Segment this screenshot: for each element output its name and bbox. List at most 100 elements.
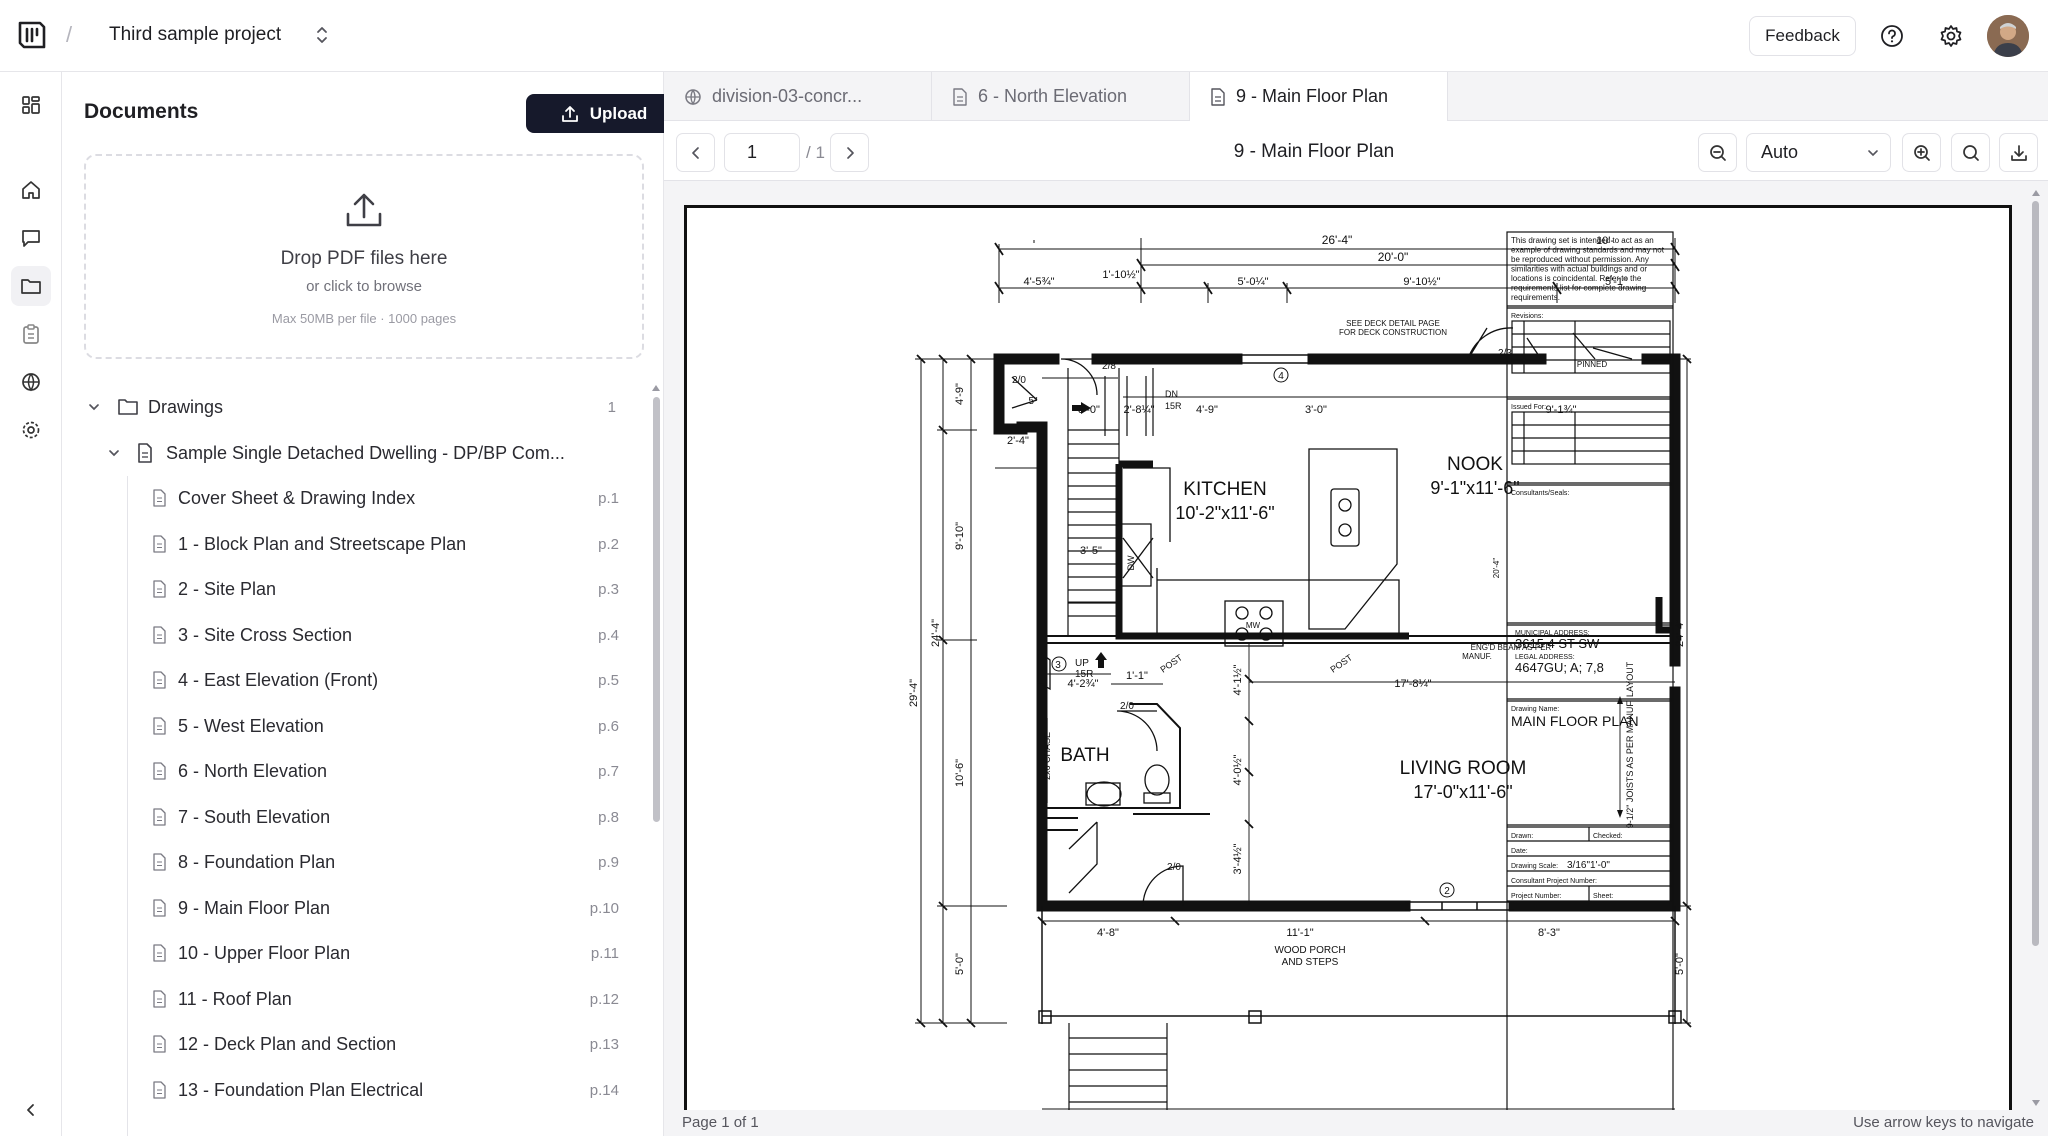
page-item-number: p.14 bbox=[589, 1081, 619, 1099]
drawing-label: 4'-9" bbox=[1196, 404, 1218, 416]
title-block-text: Consultants/Seals: bbox=[1511, 490, 1569, 497]
drawing-label: 9-1/2" JOISTS AS PER MANUF. LAYOUT bbox=[1625, 661, 1635, 828]
clipboard-icon[interactable] bbox=[11, 314, 51, 354]
drawing-label: 4'-8" bbox=[1097, 927, 1119, 939]
top-bar: / Third sample project Feedback bbox=[0, 0, 2048, 72]
document-icon bbox=[953, 87, 967, 106]
tab-main-floor-plan[interactable]: 9 - Main Floor Plan bbox=[1190, 72, 1448, 121]
page-item[interactable]: 10 - Upper Floor Plan p.11 bbox=[62, 931, 652, 975]
title-block-text: Consultant Project Number: bbox=[1511, 878, 1597, 885]
title-block-disclaimer: requirements list for complete drawing bbox=[1511, 284, 1646, 293]
page-item[interactable]: 4 - East Elevation (Front) p.5 bbox=[62, 658, 652, 702]
document-icon bbox=[153, 625, 166, 644]
page-item[interactable]: 9 - Main Floor Plan p.10 bbox=[62, 886, 652, 930]
title-block-text: Checked: bbox=[1593, 833, 1623, 840]
drawing-label: 2/0 bbox=[1120, 701, 1134, 712]
workspace-settings-icon[interactable] bbox=[11, 410, 51, 450]
pdf-dropzone[interactable]: Drop PDF files here or click to browse M… bbox=[84, 154, 644, 359]
zoom-in-button[interactable] bbox=[1902, 133, 1941, 172]
drawing-label: 2'-8¼" bbox=[1123, 404, 1154, 416]
drawing-label: 3'-5" bbox=[1080, 545, 1102, 557]
page-item[interactable]: 11 - Roof Plan p.12 bbox=[62, 977, 652, 1021]
viewer-scrollbar[interactable] bbox=[2032, 201, 2039, 946]
page-item-label: 4 - East Elevation (Front) bbox=[178, 670, 379, 690]
tab-label: 9 - Main Floor Plan bbox=[1236, 86, 1389, 106]
title-block-text: MAIN FLOOR PLAN bbox=[1511, 713, 1639, 729]
breadcrumb-separator: / bbox=[66, 22, 73, 47]
dashboard-icon[interactable] bbox=[11, 85, 51, 125]
project-name[interactable]: Third sample project bbox=[109, 24, 281, 46]
drawing-label: 10'-6" bbox=[954, 759, 966, 787]
folder-drawings[interactable]: Drawings 1 bbox=[62, 385, 652, 429]
project-switch-icon[interactable] bbox=[313, 24, 331, 46]
scroll-up-icon[interactable] bbox=[2031, 189, 2041, 197]
drawing-label: 24'-4" bbox=[1674, 619, 1686, 647]
chevron-down-icon[interactable] bbox=[107, 446, 121, 460]
drawing-label: 2 bbox=[1444, 886, 1450, 897]
page-item[interactable]: 3 - Site Cross Section p.4 bbox=[62, 613, 652, 657]
page-item[interactable]: 12 - Deck Plan and Section p.13 bbox=[62, 1022, 652, 1066]
page-item-number: p.9 bbox=[598, 854, 619, 871]
page-item-number: p.4 bbox=[598, 626, 619, 644]
zoom-out-icon bbox=[1709, 144, 1726, 161]
home-icon[interactable] bbox=[11, 170, 51, 210]
file-row[interactable]: Sample Single Detached Dwelling - DP/BP … bbox=[62, 431, 652, 475]
download-button[interactable] bbox=[1999, 133, 2038, 172]
settings-icon[interactable] bbox=[1938, 23, 1964, 49]
tab-label: 6 - North Elevation bbox=[978, 86, 1128, 106]
document-icon bbox=[153, 762, 166, 780]
pdf-canvas[interactable]: 26'-4" 20'-0" 4'-5¾" 1'-10½" 5'-0¼" 9'-10½" 5'… bbox=[664, 181, 2048, 1110]
page-item[interactable]: 2 - Site Plan p.3 bbox=[62, 567, 652, 611]
folder-label: Drawings bbox=[148, 397, 224, 417]
document-icon bbox=[153, 1035, 166, 1053]
download-icon bbox=[2010, 144, 2027, 161]
document-icon bbox=[153, 716, 166, 735]
search-button[interactable] bbox=[1951, 133, 1990, 172]
page-item[interactable]: 1 - Block Plan and Streetscape Plan p.2 bbox=[62, 522, 652, 566]
drawing-label: 4'-9" bbox=[954, 383, 966, 405]
scroll-down-icon[interactable] bbox=[2031, 1099, 2041, 1107]
app-logo-icon[interactable] bbox=[16, 19, 48, 51]
page-item[interactable]: 6 - North Elevation p.7 bbox=[62, 749, 652, 793]
document-icon bbox=[153, 898, 166, 917]
page-item-label: 6 - North Elevation bbox=[178, 761, 328, 781]
page-item[interactable]: 7 - South Elevation p.8 bbox=[62, 795, 652, 839]
drawing-label: MANUF. bbox=[1462, 652, 1492, 661]
status-bar: Page 1 of 1 Use arrow keys to navigate bbox=[664, 1110, 2048, 1136]
zoom-select[interactable]: Auto bbox=[1746, 133, 1891, 172]
zoom-out-button[interactable] bbox=[1698, 133, 1737, 172]
page-item-label: 9 - Main Floor Plan bbox=[178, 897, 331, 918]
feedback-button[interactable]: Feedback bbox=[1749, 16, 1856, 56]
title-block-text: Issued For: bbox=[1511, 404, 1546, 411]
drawing-label: 17'-0"x11'-6" bbox=[1413, 782, 1512, 802]
left-rail bbox=[0, 72, 62, 1136]
document-icon bbox=[153, 853, 166, 871]
folder-icon[interactable] bbox=[11, 266, 51, 306]
chat-icon[interactable] bbox=[11, 218, 51, 258]
upload-button[interactable]: Upload bbox=[526, 94, 681, 133]
user-avatar[interactable] bbox=[1987, 15, 2029, 57]
document-tabs: division-03-concr... 6 - North Elevation… bbox=[664, 72, 2048, 121]
scroll-up-icon[interactable] bbox=[651, 384, 661, 392]
collapse-sidebar-icon[interactable] bbox=[11, 1090, 51, 1130]
drawing-label: DN bbox=[1165, 389, 1178, 399]
help-icon[interactable] bbox=[1879, 23, 1905, 49]
page-item-number: p.3 bbox=[598, 581, 619, 598]
tab-label: division-03-concr... bbox=[712, 86, 863, 106]
globe-icon[interactable] bbox=[11, 362, 51, 402]
chevron-down-icon[interactable] bbox=[87, 400, 101, 414]
drawing-label: 4 bbox=[1278, 371, 1284, 382]
documents-scrollbar[interactable] bbox=[653, 397, 660, 822]
drawing-label: AND STEPS bbox=[1282, 957, 1339, 968]
page-item[interactable]: 8 - Foundation Plan p.9 bbox=[62, 840, 652, 884]
title-block-text: Sheet: bbox=[1593, 893, 1613, 900]
tab-division-03[interactable]: division-03-concr... bbox=[664, 72, 932, 121]
tab-north-elevation[interactable]: 6 - North Elevation bbox=[932, 72, 1190, 121]
page-item-label: 11 - Roof Plan bbox=[178, 988, 292, 1009]
document-icon bbox=[153, 671, 166, 689]
page-item[interactable]: Cover Sheet & Drawing Index p.1 bbox=[62, 476, 652, 520]
drawing-label: UP bbox=[1075, 658, 1089, 669]
page-item[interactable]: 13 - Foundation Plan Electrical p.14 bbox=[62, 1068, 652, 1112]
page-item[interactable]: 5 - West Elevation p.6 bbox=[62, 704, 652, 748]
document-icon bbox=[153, 489, 166, 507]
